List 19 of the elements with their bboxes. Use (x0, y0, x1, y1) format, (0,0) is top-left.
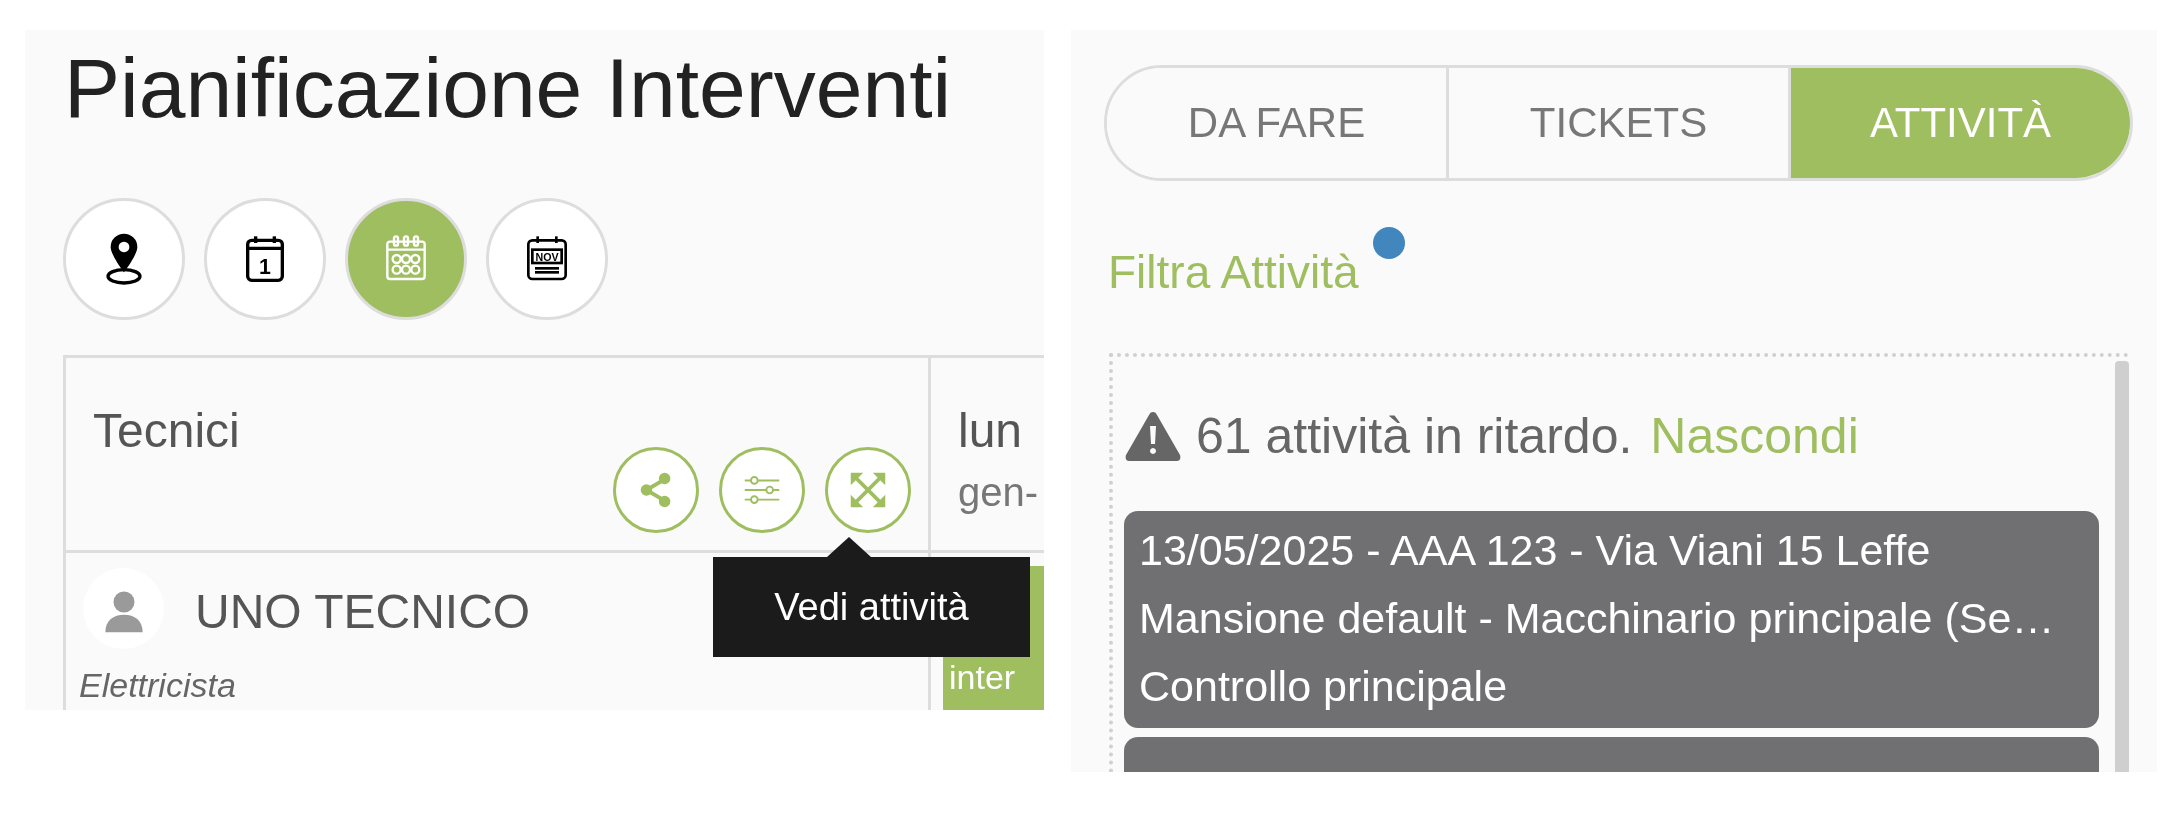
column-title: lun (958, 403, 1023, 458)
activity-line: 13/05/2025 - AAA 123 - Via Viani 15 Leffe (1139, 525, 1932, 576)
view-button[interactable]: 1 (204, 198, 326, 320)
activity-line: Controllo principale (1139, 661, 1509, 712)
technician-name: UNO TECNICO (195, 584, 531, 639)
tooltip: Vedi attività (713, 557, 1030, 657)
technician-role: Elettricista (79, 666, 236, 705)
scrollbar[interactable] (2115, 361, 2129, 772)
column-title: Tecnici (93, 403, 240, 458)
column-date: gen- (958, 470, 1039, 515)
page-title: Pianificazione Interventi (64, 40, 952, 137)
tab[interactable]: DA FARE (1107, 68, 1446, 178)
view-button[interactable]: NOV (486, 198, 608, 320)
activity-card[interactable]: 13/05/2025 - AAA 123 - Via Viani 15 Leffe Mansione default - Macchinario principale (Se… Controllo principale (1124, 511, 2099, 728)
warning-icon (1124, 410, 1182, 462)
activity-line: Mansione default - Macchinario principale (Se… (1139, 593, 2056, 644)
tooltip-arrow (827, 537, 871, 557)
tab[interactable]: TICKETS (1446, 68, 1788, 178)
alert-text: 61 attività in ritardo. (1196, 407, 1633, 465)
